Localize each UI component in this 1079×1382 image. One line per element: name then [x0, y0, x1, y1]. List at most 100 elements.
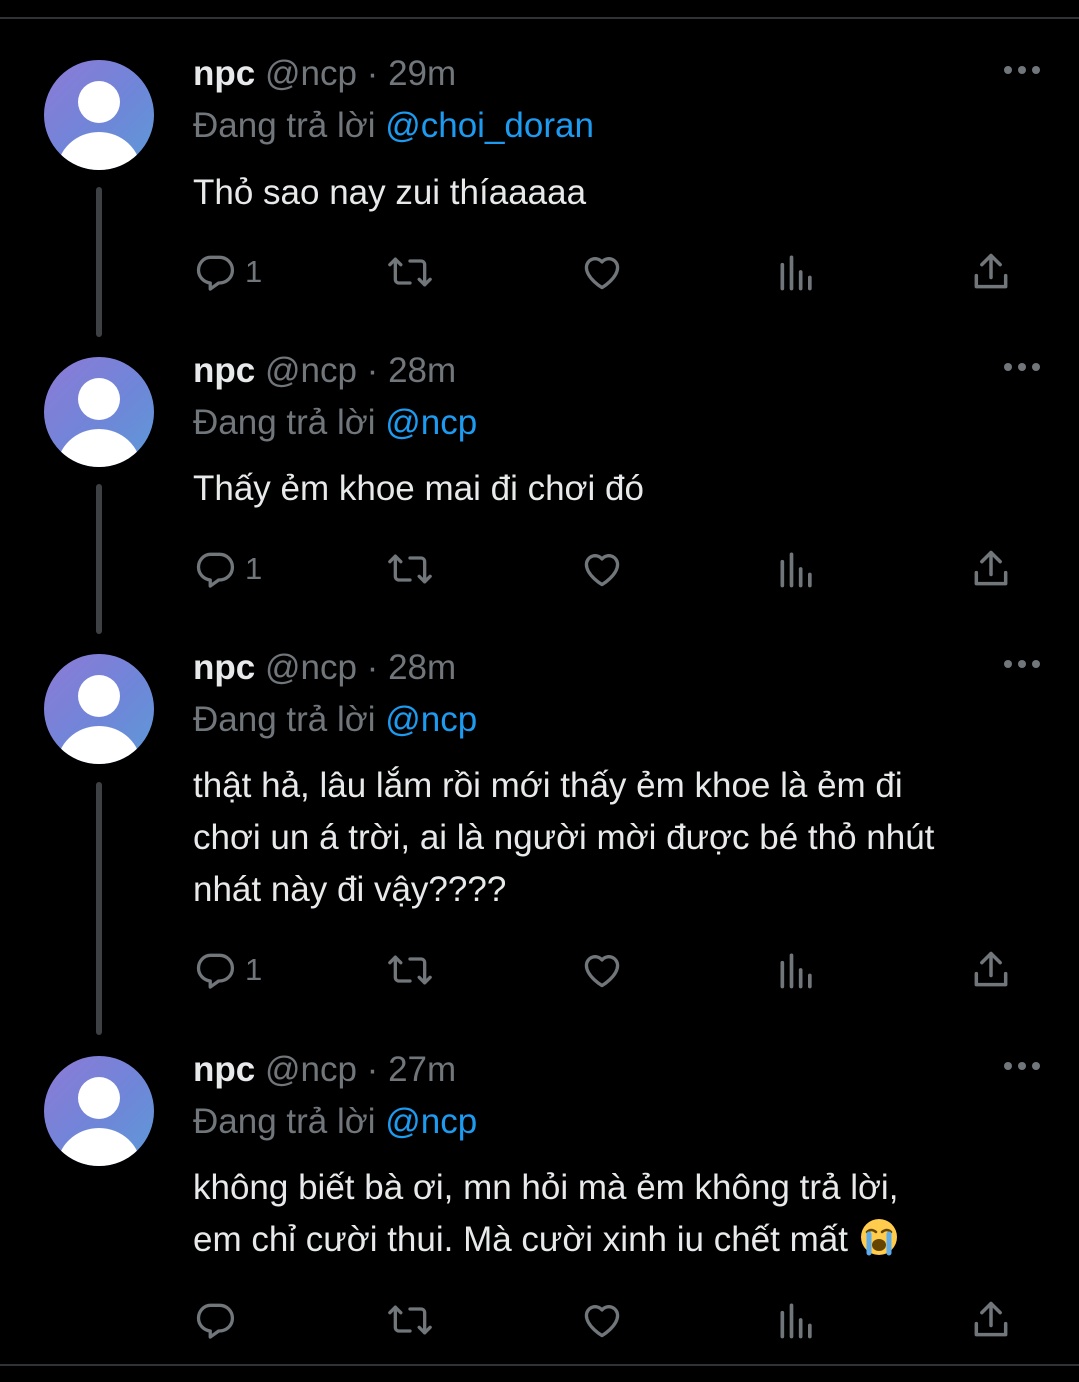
replying-to-label: Đang trả lời: [193, 1102, 376, 1141]
avatar[interactable]: [44, 654, 154, 764]
mention-link[interactable]: @ncp: [385, 403, 477, 442]
replying-to-label: Đang trả lời: [193, 106, 376, 145]
reply-button[interactable]: 1: [193, 547, 262, 591]
tweet-text: Thấy ẻm khoe mai đi chơi đó: [193, 463, 1043, 515]
share-button[interactable]: [969, 547, 1013, 591]
mention-link[interactable]: @ncp: [385, 1102, 477, 1141]
share-upload-icon: [974, 951, 1008, 987]
more-horizontal-icon[interactable]: [1000, 654, 1044, 674]
default-avatar-icon: [57, 675, 141, 764]
replying-to-label: Đang trả lời: [193, 403, 376, 442]
bar-chart-icon: [780, 255, 812, 291]
tweet-actions: [193, 1298, 1023, 1342]
user-handle[interactable]: @ncp: [265, 54, 357, 93]
user-handle[interactable]: @ncp: [265, 351, 357, 390]
separator-dot: ·: [366, 1050, 379, 1089]
reply-count: 1: [245, 254, 263, 289]
views-button[interactable]: [775, 1298, 819, 1342]
share-upload-icon: [974, 253, 1008, 289]
display-name[interactable]: npc: [193, 351, 255, 390]
speech-bubble-icon: [196, 1303, 235, 1339]
separator-dot: ·: [366, 351, 379, 390]
share-upload-icon: [974, 550, 1008, 586]
retweet-icon: [388, 955, 432, 985]
tweet-text: không biết bà ơi, mn hỏi mà ẻm không trả…: [193, 1162, 1043, 1266]
tweet-text: thật hả, lâu lắm rồi mới thấy ẻm khoe là…: [193, 760, 1043, 916]
avatar[interactable]: [44, 357, 154, 467]
speech-bubble-icon: [196, 953, 235, 989]
retweet-icon: [388, 257, 432, 287]
thread-line: [96, 782, 102, 1035]
replying-to: Đang trả lời @ncp: [193, 698, 477, 742]
display-name[interactable]: npc: [193, 54, 255, 93]
retweet-icon: [388, 1305, 432, 1335]
retweet-button[interactable]: [386, 547, 434, 591]
mention-link[interactable]: @choi_doran: [385, 106, 594, 145]
views-button[interactable]: [775, 948, 819, 992]
tweet-actions: 1: [193, 948, 1023, 992]
speech-bubble-icon: [196, 552, 235, 588]
replying-to-label: Đang trả lời: [193, 700, 376, 739]
views-button[interactable]: [775, 250, 819, 294]
tweet-header: npc @ncp · 28m: [193, 646, 456, 690]
reply-count: 1: [245, 952, 263, 987]
avatar[interactable]: [44, 1056, 154, 1166]
timestamp[interactable]: 29m: [388, 54, 456, 93]
tweet-text-line-with-emoji: em chỉ cười thui. Mà cười xinh iu chết m…: [193, 1214, 1043, 1266]
retweet-icon: [388, 554, 432, 584]
retweet-button[interactable]: [386, 1298, 434, 1342]
display-name[interactable]: npc: [193, 648, 255, 687]
share-button[interactable]: [969, 1298, 1013, 1342]
timestamp[interactable]: 28m: [388, 648, 456, 687]
heart-icon: [584, 554, 620, 587]
timestamp[interactable]: 28m: [388, 351, 456, 390]
tweet-actions: 1: [193, 250, 1023, 294]
default-avatar-icon: [57, 378, 141, 467]
bar-chart-icon: [780, 552, 812, 588]
bar-chart-icon: [780, 1303, 812, 1339]
heart-icon: [584, 955, 620, 988]
more-horizontal-icon[interactable]: [1000, 60, 1044, 80]
loudly-crying-face-icon: [858, 1217, 900, 1257]
heart-icon: [584, 1305, 620, 1338]
share-button[interactable]: [969, 250, 1013, 294]
tweet-text-line: thật hả, lâu lắm rồi mới thấy ẻm khoe là…: [193, 766, 903, 805]
more-horizontal-icon[interactable]: [1000, 1056, 1044, 1076]
separator-dot: ·: [366, 648, 379, 687]
like-button[interactable]: [580, 1298, 624, 1342]
heart-icon: [584, 257, 620, 290]
reply-button[interactable]: 1: [193, 948, 262, 992]
retweet-button[interactable]: [386, 250, 434, 294]
thread-line: [96, 187, 102, 337]
like-button[interactable]: [580, 948, 624, 992]
replying-to: Đang trả lời @choi_doran: [193, 104, 594, 148]
tweet-text-line: Thấy ẻm khoe mai đi chơi đó: [193, 469, 644, 508]
mention-link[interactable]: @ncp: [385, 700, 477, 739]
retweet-button[interactable]: [386, 948, 434, 992]
timestamp[interactable]: 27m: [388, 1050, 456, 1089]
tweet-text-line: chơi un á trời, ai là người mời được bé …: [193, 818, 935, 857]
more-horizontal-icon[interactable]: [1000, 357, 1044, 377]
thread-line: [96, 484, 102, 634]
reply-button[interactable]: [193, 1298, 245, 1342]
tweet-text-line: em chỉ cười thui. Mà cười xinh iu chết m…: [193, 1220, 848, 1259]
bottom-divider: [0, 1364, 1079, 1366]
tweet-actions: 1: [193, 547, 1023, 591]
user-handle[interactable]: @ncp: [265, 648, 357, 687]
replying-to: Đang trả lời @ncp: [193, 401, 477, 445]
display-name[interactable]: npc: [193, 1050, 255, 1089]
like-button[interactable]: [580, 250, 624, 294]
tweet-header: npc @ncp · 28m: [193, 349, 456, 393]
avatar[interactable]: [44, 60, 154, 170]
default-avatar-icon: [57, 1077, 141, 1166]
share-button[interactable]: [969, 948, 1013, 992]
like-button[interactable]: [580, 547, 624, 591]
reply-count: 1: [245, 551, 263, 586]
separator-dot: ·: [366, 54, 379, 93]
views-button[interactable]: [775, 547, 819, 591]
tweet-text: Thỏ sao nay zui thíaaaaa: [193, 167, 1043, 219]
user-handle[interactable]: @ncp: [265, 1050, 357, 1089]
tweet-text-line: không biết bà ơi, mn hỏi mà ẻm không trả…: [193, 1168, 899, 1207]
reply-button[interactable]: 1: [193, 250, 262, 294]
bar-chart-icon: [780, 953, 812, 989]
